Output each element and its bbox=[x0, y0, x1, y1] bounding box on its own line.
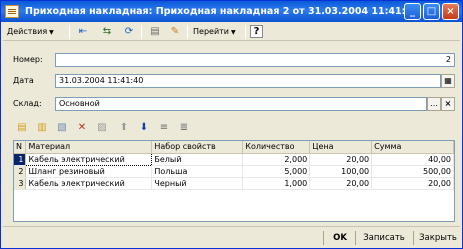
date-label: Дата bbox=[13, 76, 34, 85]
edit-document-icon[interactable]: ✎ bbox=[167, 24, 183, 40]
sum-cell[interactable]: 500,00 bbox=[371, 165, 454, 178]
calendar-icon[interactable]: ▦ bbox=[441, 74, 455, 88]
sum-cell[interactable]: 40,00 bbox=[371, 153, 454, 166]
close-button[interactable]: Закрыть bbox=[416, 231, 460, 245]
table-row[interactable]: 1 Кабель электрический Белый 2,000 20,00… bbox=[14, 152, 454, 166]
material-cell[interactable]: Шланг резиновый bbox=[25, 165, 153, 178]
column-header-qty[interactable]: Количество bbox=[242, 141, 311, 154]
column-header-sum[interactable]: Сумма bbox=[371, 141, 454, 154]
row-number: 2 bbox=[14, 165, 27, 178]
edit-row-icon[interactable]: ▧ bbox=[55, 121, 69, 135]
select-warehouse-button[interactable]: ... bbox=[427, 97, 441, 111]
actions-menu-label: Действия bbox=[7, 27, 48, 36]
toolbar-separator bbox=[69, 25, 70, 39]
minimize-button[interactable]: _ bbox=[404, 3, 421, 20]
props-cell[interactable]: Белый bbox=[151, 153, 244, 166]
sort-asc-icon[interactable]: ≡ bbox=[157, 121, 171, 135]
clear-warehouse-button[interactable]: × bbox=[441, 97, 455, 111]
actions-menu[interactable]: Действия ▼ bbox=[7, 24, 54, 40]
maximize-button[interactable]: □ bbox=[423, 3, 440, 20]
title-bar[interactable]: Приходная накладная: Приходная накладная… bbox=[1, 1, 462, 22]
qty-cell[interactable]: 1,000 bbox=[242, 177, 311, 190]
help-button[interactable]: ? bbox=[250, 25, 263, 38]
column-header-price[interactable]: Цена bbox=[309, 141, 373, 154]
number-label: Номер: bbox=[13, 55, 43, 64]
qty-cell[interactable]: 5,000 bbox=[242, 165, 311, 178]
save-button[interactable]: Записать bbox=[359, 231, 409, 245]
goto-menu-label: Перейти bbox=[193, 27, 229, 36]
document-icon bbox=[5, 5, 19, 18]
warehouse-label: Склад: bbox=[13, 99, 42, 108]
warehouse-field[interactable]: Основной bbox=[55, 97, 427, 111]
window-title: Приходная накладная: Приходная накладная… bbox=[25, 6, 419, 17]
material-cell[interactable]: Кабель электрический bbox=[25, 152, 153, 166]
column-header-props[interactable]: Набор свойств bbox=[151, 141, 244, 154]
button-separator bbox=[413, 231, 414, 245]
toolbar-separator bbox=[141, 25, 142, 39]
price-cell[interactable]: 20,00 bbox=[309, 153, 373, 166]
props-cell[interactable]: Польша bbox=[151, 165, 244, 178]
button-separator bbox=[355, 231, 356, 245]
materials-table[interactable]: N Материал Набор свойств Количество Цена… bbox=[13, 140, 455, 222]
column-header-material[interactable]: Материал bbox=[25, 141, 153, 154]
button-bar: OK Записать Закрыть bbox=[3, 226, 460, 248]
sum-cell[interactable]: 20,00 bbox=[371, 177, 454, 190]
price-cell[interactable]: 100,00 bbox=[309, 165, 373, 178]
chevron-down-icon: ▼ bbox=[49, 29, 54, 36]
move-document-icon[interactable]: ⇆ bbox=[99, 24, 115, 40]
price-cell[interactable]: 20,00 bbox=[309, 177, 373, 190]
move-down-icon[interactable]: ⬇ bbox=[137, 121, 151, 135]
ok-button[interactable]: OK bbox=[329, 231, 351, 245]
close-window-button[interactable]: × bbox=[442, 3, 459, 20]
toolbar: Действия ▼ ⇤ ⇆ ⟳ ▤ ✎ Перейти ▼ ? bbox=[3, 23, 460, 41]
table-row[interactable]: 2 Шланг резиновый Польша 5,000 100,00 50… bbox=[14, 165, 454, 178]
move-up-icon[interactable]: ⬆ bbox=[117, 121, 131, 135]
copy-row-icon[interactable]: ▥ bbox=[35, 121, 49, 135]
qty-cell[interactable]: 2,000 bbox=[242, 153, 311, 166]
goto-first-icon[interactable]: ⇤ bbox=[75, 24, 91, 40]
material-cell[interactable]: Кабель электрический bbox=[25, 177, 153, 190]
props-cell[interactable]: Черный bbox=[151, 177, 244, 190]
chevron-down-icon: ▼ bbox=[231, 29, 236, 36]
delete-row-icon[interactable]: ✕ bbox=[75, 121, 89, 135]
table-row[interactable]: 3 Кабель электрический Черный 1,000 20,0… bbox=[14, 177, 454, 190]
date-field[interactable]: 31.03.2004 11:41:40 bbox=[55, 74, 441, 88]
print-icon[interactable]: ▤ bbox=[147, 24, 163, 40]
document-window: Приходная накладная: Приходная накладная… bbox=[0, 0, 463, 249]
toolbar-separator bbox=[187, 25, 188, 39]
refresh-icon[interactable]: ⟳ bbox=[121, 24, 137, 40]
goto-menu[interactable]: Перейти ▼ bbox=[193, 24, 236, 40]
add-row-icon[interactable]: ▤ bbox=[15, 121, 29, 135]
row-number: 1 bbox=[14, 153, 27, 166]
column-header-n[interactable]: N bbox=[14, 141, 27, 154]
table-header: N Материал Набор свойств Количество Цена… bbox=[14, 141, 454, 154]
button-separator bbox=[323, 231, 324, 245]
row-number: 3 bbox=[14, 177, 27, 190]
number-field[interactable]: 2 bbox=[55, 53, 455, 67]
end-edit-icon[interactable]: ▨ bbox=[95, 121, 109, 135]
toolbar-separator bbox=[245, 25, 246, 39]
sort-desc-icon[interactable]: ≣ bbox=[177, 121, 191, 135]
